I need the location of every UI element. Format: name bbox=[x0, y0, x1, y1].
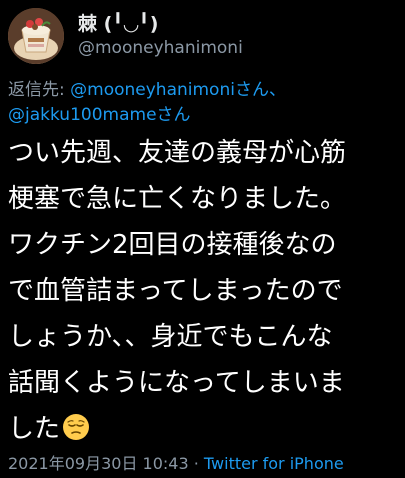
tweet-text-line: で血管詰まってしまったので bbox=[8, 276, 343, 306]
user-handle[interactable]: @mooneyhanimoni bbox=[78, 38, 243, 58]
tweet-text-line-last: した bbox=[8, 406, 403, 452]
display-name[interactable]: 棘 (╹◡╹) bbox=[78, 9, 158, 36]
meta-separator: · bbox=[188, 454, 204, 473]
tweet-meta: 2021年09月30日 10:43 · Twitter for iPhone bbox=[8, 450, 344, 474]
tweet-text-line: した bbox=[8, 414, 61, 444]
tweet-text-line: しょうか、、身近でもこんな bbox=[8, 322, 333, 352]
pensive-face-icon bbox=[62, 410, 90, 440]
reply-to: 返信先: @mooneyhanimoniさん、 @jakku100mameさん bbox=[8, 78, 400, 128]
tweet-text-line: 話聞くようになってしまいま bbox=[8, 368, 345, 398]
tweet: 棘 (╹◡╹) @mooneyhanimoni 返信先: @mooneyhani… bbox=[0, 0, 405, 478]
reply-mention-link[interactable]: @jakku100mameさん bbox=[8, 105, 191, 125]
tweet-text-line: つい先週、友達の義母が心筋 bbox=[8, 138, 347, 168]
reply-mention-link[interactable]: @mooneyhanimoniさん、 bbox=[70, 80, 286, 100]
avatar[interactable] bbox=[8, 8, 64, 64]
tweet-body: つい先週、友達の義母が心筋 梗塞で急に亡くなりました。 ワクチン2回目の接種後な… bbox=[8, 130, 403, 452]
avatar-image bbox=[8, 8, 64, 64]
tweet-text-line: ワクチン2回目の接種後なの bbox=[8, 230, 337, 260]
reply-label: 返信先: bbox=[8, 80, 71, 100]
tweet-text-line: 梗塞で急に亡くなりました。 bbox=[8, 184, 347, 214]
source-link[interactable]: Twitter for iPhone bbox=[204, 454, 344, 473]
timestamp[interactable]: 2021年09月30日 10:43 bbox=[8, 454, 189, 473]
